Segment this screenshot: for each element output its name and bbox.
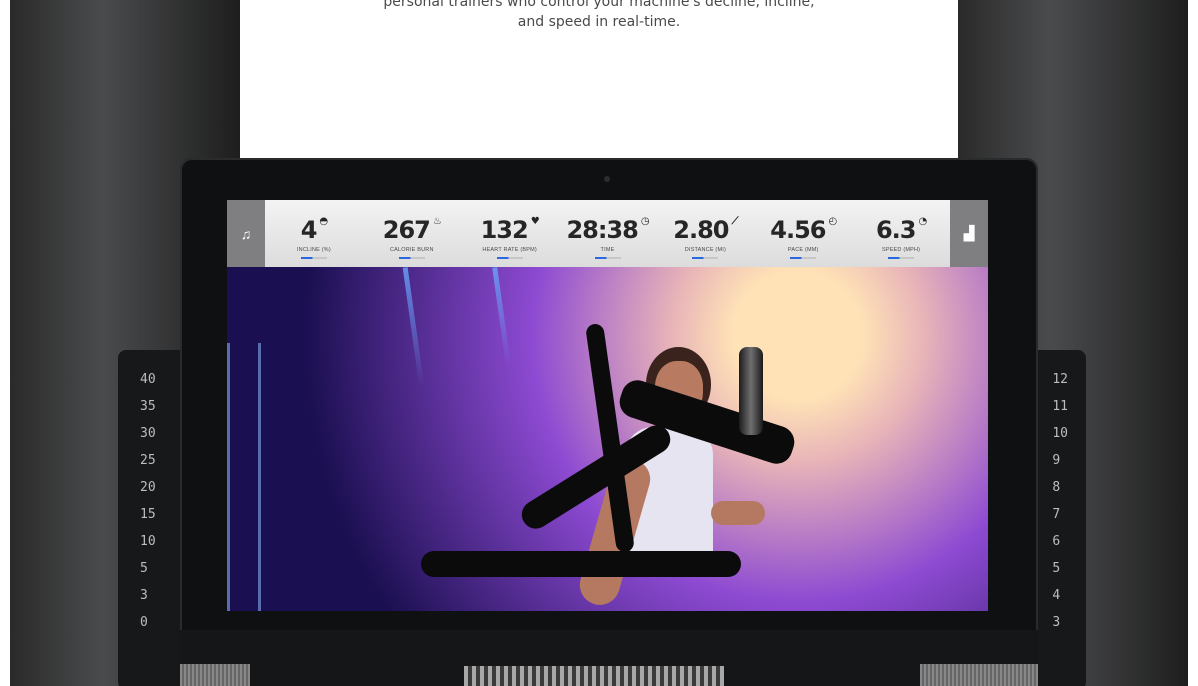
scale-value[interactable]: 0 bbox=[140, 615, 156, 630]
flame-icon: ♨ bbox=[432, 216, 442, 227]
stat-label: PACE (MM) bbox=[787, 247, 819, 253]
treadmill-deck bbox=[421, 551, 741, 577]
stat-progress-line bbox=[594, 257, 621, 259]
treadmill-handlebar bbox=[516, 420, 676, 534]
scale-value[interactable]: 10 bbox=[1052, 426, 1068, 441]
stat-value: 4.56 ◴ bbox=[754, 216, 852, 244]
scale-value[interactable]: 10 bbox=[140, 534, 156, 549]
stat-progress-line bbox=[398, 257, 425, 259]
scale-value[interactable]: 5 bbox=[140, 561, 156, 576]
scale-value[interactable]: 9 bbox=[1052, 453, 1068, 468]
lighting-truss bbox=[227, 343, 261, 611]
stat-speed: 6.3 ◔ SPEED (MPH) bbox=[852, 208, 950, 259]
speedometer-icon: ◔ bbox=[918, 216, 927, 227]
stat-value: 4 ◓ bbox=[265, 216, 363, 244]
pace-icon: ◴ bbox=[828, 216, 837, 227]
camera-icon bbox=[604, 176, 610, 182]
stat-number: 6.3 bbox=[875, 216, 917, 244]
scale-value[interactable]: 20 bbox=[140, 480, 156, 495]
stat-label: CALORIE BURN bbox=[389, 247, 434, 253]
scale-value[interactable]: 6 bbox=[1052, 534, 1068, 549]
chart-icon: ▟ bbox=[963, 225, 975, 241]
stat-label: HEART RATE (BPM) bbox=[482, 247, 537, 253]
chart-button[interactable]: ▟ bbox=[950, 200, 988, 267]
stat-pace: 4.56 ◴ PACE (MM) bbox=[754, 208, 852, 259]
stat-progress-line bbox=[692, 257, 719, 259]
stat-progress-line bbox=[300, 257, 327, 259]
timer-icon: ◷ bbox=[640, 216, 650, 227]
music-button[interactable]: ♫ bbox=[227, 200, 265, 267]
scale-value[interactable]: 7 bbox=[1052, 507, 1068, 522]
stat-value: 267 ♨ bbox=[363, 216, 461, 244]
stat-number: 4 bbox=[300, 216, 318, 244]
stat-value: 2.80 ⟋ bbox=[656, 216, 754, 244]
heart-icon: ♥ bbox=[530, 216, 540, 227]
right-scale: 12 11 10 9 8 7 6 5 4 3 bbox=[1052, 372, 1068, 630]
stat-progress-line bbox=[790, 257, 817, 259]
scale-value[interactable]: 12 bbox=[1052, 372, 1068, 387]
scale-value[interactable]: 40 bbox=[140, 372, 156, 387]
stat-value: 132 ♥ bbox=[461, 216, 559, 244]
stat-label: INCLINE (%) bbox=[296, 247, 331, 253]
stat-progress-line bbox=[888, 257, 915, 259]
scale-value[interactable]: 30 bbox=[140, 426, 156, 441]
stat-value: 6.3 ◔ bbox=[852, 216, 950, 244]
stat-label: SPEED (MPH) bbox=[881, 247, 921, 253]
stat-number: 28:38 bbox=[566, 216, 638, 244]
music-note-icon: ♫ bbox=[240, 225, 252, 242]
stat-calories: 267 ♨ CALORIE BURN bbox=[363, 208, 461, 259]
scale-value[interactable]: 4 bbox=[1052, 588, 1068, 603]
distance-icon: ⟋ bbox=[731, 216, 738, 227]
workout-stats-bar: ♫ 4 ◓ INCLINE (%) 267 ♨ CALORIE BURN 132 ♥ … bbox=[227, 200, 988, 267]
left-scale: 40 35 30 25 20 15 10 5 3 0 bbox=[140, 372, 156, 630]
treadmill-image bbox=[321, 301, 799, 611]
stat-number: 4.56 bbox=[770, 216, 826, 244]
stat-progress-line bbox=[496, 257, 523, 259]
incline-icon: ◓ bbox=[319, 216, 328, 227]
treadmill-upright bbox=[585, 322, 635, 554]
water-bottle-image bbox=[739, 347, 763, 435]
touch-screen[interactable]: ♫ 4 ◓ INCLINE (%) 267 ♨ CALORIE BURN 132 ♥ … bbox=[227, 200, 988, 611]
stat-label: DISTANCE (MI) bbox=[684, 247, 727, 253]
scale-value[interactable]: 25 bbox=[140, 453, 156, 468]
stat-number: 2.80 bbox=[673, 216, 729, 244]
stat-number: 132 bbox=[480, 216, 529, 244]
workout-video[interactable] bbox=[227, 267, 988, 611]
stat-number: 267 bbox=[382, 216, 431, 244]
scale-value[interactable]: 8 bbox=[1052, 480, 1068, 495]
fan-vent bbox=[464, 666, 724, 686]
speaker-grille-right bbox=[920, 664, 1038, 686]
stat-incline: 4 ◓ INCLINE (%) bbox=[265, 208, 363, 259]
stat-heart-rate: 132 ♥ HEART RATE (BPM) bbox=[461, 208, 559, 259]
scale-value[interactable]: 15 bbox=[140, 507, 156, 522]
stat-time: 28:38 ◷ TIME bbox=[559, 208, 657, 259]
stat-distance: 2.80 ⟋ DISTANCE (MI) bbox=[656, 208, 754, 259]
speaker-grille-left bbox=[180, 664, 250, 686]
scale-value[interactable]: 35 bbox=[140, 399, 156, 414]
scale-value[interactable]: 5 bbox=[1052, 561, 1068, 576]
scale-value[interactable]: 3 bbox=[140, 588, 156, 603]
scale-value[interactable]: 3 bbox=[1052, 615, 1068, 630]
stat-value: 28:38 ◷ bbox=[559, 216, 657, 244]
stat-label: TIME bbox=[600, 247, 615, 253]
scale-value[interactable]: 11 bbox=[1052, 399, 1068, 414]
